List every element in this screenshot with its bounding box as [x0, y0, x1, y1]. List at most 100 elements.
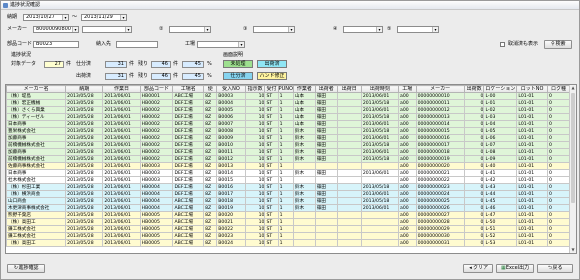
table-cell[interactable]: 2013/05/28 — [65, 99, 104, 107]
table-cell[interactable]: ST — [264, 225, 279, 233]
table-cell[interactable] — [336, 99, 362, 107]
table-cell[interactable]: 0 — [463, 232, 485, 240]
table-cell[interactable]: B0010 — [216, 141, 246, 149]
progress-check-button[interactable]: ↻進捗確認 — [7, 264, 45, 273]
combo4-select[interactable]: ▾ — [343, 26, 383, 33]
table-cell[interactable]: HB0002 — [139, 148, 174, 156]
table-cell[interactable]: 10 — [244, 197, 266, 205]
table-cell[interactable]: 鎌工株式会社 — [6, 225, 67, 233]
table-cell[interactable]: HB0005 — [139, 211, 174, 219]
table-cell[interactable]: B0007 — [216, 120, 246, 128]
table-cell[interactable]: a00 — [398, 225, 417, 233]
table-cell[interactable]: 2013/05/28 — [65, 190, 104, 198]
table-cell[interactable]: 8Z — [203, 127, 218, 135]
table-cell[interactable] — [314, 176, 338, 184]
column-header[interactable]: メーカー名 — [6, 85, 67, 93]
table-cell[interactable]: HB0004 — [139, 204, 174, 212]
table-cell[interactable]: 0 — [546, 211, 571, 219]
table-cell[interactable]: B0019 — [216, 204, 246, 212]
table-cell[interactable]: 篠田 — [314, 155, 338, 163]
column-header[interactable]: 工場名 — [172, 85, 205, 93]
table-cell[interactable] — [336, 148, 362, 156]
table-cell[interactable]: ST — [264, 134, 279, 142]
table-cell[interactable] — [336, 197, 362, 205]
table-cell[interactable]: 2013/06/01 — [102, 239, 141, 247]
table-cell[interactable] — [336, 183, 362, 191]
table-cell[interactable]: 2013/05/18 — [360, 155, 400, 163]
table-cell[interactable] — [292, 176, 316, 184]
table-cell[interactable]: DEF工場 — [172, 162, 205, 170]
progress-grid[interactable]: メーカー名 納期 作業日 部品コード 工場名便受入NO 指示数 受付 PUNO 作業者 出荷者 出荷… — [5, 84, 577, 254]
table-cell[interactable]: 加藤商事 — [6, 134, 67, 142]
table-cell[interactable]: 00000000013 — [415, 113, 465, 121]
table-cell[interactable]: 10 — [244, 204, 266, 212]
search-button[interactable]: ⚲検索 — [544, 40, 572, 49]
table-cell[interactable] — [314, 225, 338, 233]
table-cell[interactable]: 0 — [463, 155, 485, 163]
table-cell[interactable]: a00 — [398, 176, 417, 184]
table-row[interactable]: 前橋機械株式会社 2013/05/28 2013/06/01 HB0002 DEF工場 8… — [6, 155, 571, 163]
table-cell[interactable] — [336, 218, 362, 226]
table-cell[interactable]: L-09 — [483, 155, 518, 163]
table-cell[interactable]: 篠田 — [314, 113, 338, 121]
table-cell[interactable]: 0 — [546, 232, 571, 240]
column-header[interactable]: ロットNO — [516, 85, 548, 93]
table-cell[interactable]: 8Z — [203, 99, 218, 107]
table-cell[interactable]: HB0002 — [139, 106, 174, 114]
table-cell[interactable]: 前橋機械株式会社 — [6, 141, 67, 149]
table-cell[interactable]: 1 — [277, 113, 294, 121]
table-cell[interactable]: 0 — [463, 141, 485, 149]
table-cell[interactable]: DEF工場 — [172, 183, 205, 191]
table-cell[interactable]: L-43 — [483, 183, 518, 191]
table-cell[interactable]: a00 — [398, 99, 417, 107]
show-cancelled-checkbox[interactable] — [500, 42, 505, 47]
table-cell[interactable]: ST — [264, 176, 279, 184]
table-cell[interactable]: L-51 — [483, 225, 518, 233]
table-cell[interactable]: ST — [264, 162, 279, 170]
table-row[interactable]: （株）高田工 2013/05/28 2013/06/01 HB0005 ABC工場 8Z B… — [6, 218, 571, 226]
column-header[interactable]: 作業者 — [292, 85, 316, 93]
table-cell[interactable]: a00 — [398, 127, 417, 135]
table-cell[interactable]: 2013/06/01 — [360, 120, 400, 128]
table-cell[interactable]: L01-01 — [516, 225, 548, 233]
table-cell[interactable]: B0022 — [216, 225, 246, 233]
table-cell[interactable]: ST — [264, 169, 279, 177]
table-cell[interactable]: DEF工場 — [172, 120, 205, 128]
table-row[interactable]: （株）横浜商会 2013/05/28 2013/06/01 HB0004 DEF工場 8Z… — [6, 190, 571, 198]
table-cell[interactable]: 2013/06/01 — [102, 190, 141, 198]
table-cell[interactable] — [336, 134, 362, 142]
table-cell[interactable]: 8Z — [203, 141, 218, 149]
table-row[interactable]: 豊栄株式会社 2013/05/28 2013/06/01 HB0002 DEF工場 8Z B… — [6, 127, 571, 135]
table-cell[interactable]: 1 — [277, 169, 294, 177]
table-cell[interactable]: 2013/06/01 — [360, 204, 400, 212]
table-cell[interactable]: 10 — [244, 239, 266, 247]
table-cell[interactable]: 山本 — [292, 113, 316, 121]
table-row[interactable]: 山口商会 2013/05/28 2013/06/01 HB0004 ABC工場 8Z B00… — [6, 197, 571, 205]
table-cell[interactable]: a00 — [398, 232, 417, 240]
table-cell[interactable]: 00000000020 — [415, 162, 465, 170]
table-cell[interactable]: 0 — [463, 239, 485, 247]
chevron-down-icon[interactable]: ▾ — [72, 27, 78, 32]
table-cell[interactable]: （株）横浜商会 — [6, 190, 67, 198]
table-cell[interactable]: 2013/05/28 — [65, 225, 104, 233]
table-cell[interactable]: a00 — [398, 155, 417, 163]
chevron-down-icon[interactable]: ▾ — [238, 42, 244, 47]
table-cell[interactable]: L-40 — [483, 162, 518, 170]
table-cell[interactable]: 10 — [244, 232, 266, 240]
table-cell[interactable] — [360, 211, 400, 219]
table-cell[interactable]: 山本 — [292, 92, 316, 100]
table-cell[interactable]: DEF工場 — [172, 99, 205, 107]
table-cell[interactable]: 8Z — [203, 155, 218, 163]
table-cell[interactable]: 2013/05/28 — [65, 218, 104, 226]
table-cell[interactable]: HB0004 — [139, 183, 174, 191]
table-cell[interactable] — [336, 232, 362, 240]
table-cell[interactable]: 2013/06/01 — [102, 120, 141, 128]
table-cell[interactable]: 篠田 — [314, 127, 338, 135]
table-cell[interactable]: L01-01 — [516, 232, 548, 240]
table-cell[interactable]: L01-01 — [516, 141, 548, 149]
table-cell[interactable]: 2013/05/28 — [65, 134, 104, 142]
maker-code-input[interactable]: 80000090800 ▾ — [33, 26, 79, 33]
table-cell[interactable]: 0 — [463, 106, 485, 114]
table-cell[interactable] — [292, 218, 316, 226]
table-cell[interactable]: L01-01 — [516, 190, 548, 198]
